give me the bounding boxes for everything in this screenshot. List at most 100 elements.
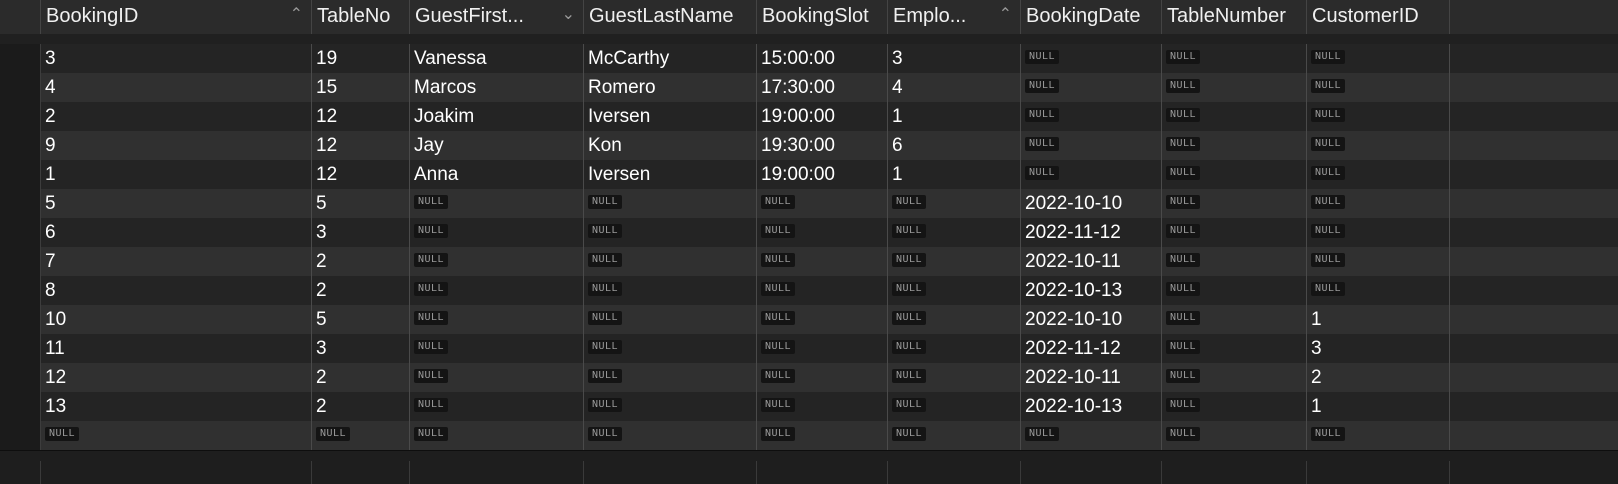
cell-guest-first-name[interactable]: NULL xyxy=(410,247,584,276)
cell-guest-first-name[interactable]: NULL xyxy=(410,189,584,218)
cell-table-no[interactable]: 15 xyxy=(312,73,410,102)
cell-table-no[interactable]: 5 xyxy=(312,305,410,334)
cell-booking-slot[interactable]: NULL xyxy=(757,421,888,450)
cell-guest-last-name[interactable]: NULL xyxy=(584,247,757,276)
cell-guest-first-name[interactable]: Vanessa xyxy=(410,44,584,73)
cell-booking-id[interactable]: 7 xyxy=(41,247,312,276)
cell-customer-id[interactable]: NULL xyxy=(1307,160,1450,189)
cell-customer-id[interactable]: NULL xyxy=(1307,102,1450,131)
table-row[interactable]: NULL NULL NULL NULL NULL NULL NULL NULL NULL xyxy=(0,421,1618,451)
chevron-up-icon[interactable]: ⌃ xyxy=(290,0,303,30)
cell-guest-last-name[interactable]: NULL xyxy=(584,218,757,247)
cell-booking-date[interactable]: NULL xyxy=(1021,421,1162,450)
cell-table-no[interactable]: 19 xyxy=(312,44,410,73)
cell-booking-id[interactable]: 2 xyxy=(41,102,312,131)
cell-table-no[interactable]: NULL xyxy=(312,421,410,450)
cell-customer-id[interactable]: NULL xyxy=(1307,276,1450,305)
column-header-guest-last-name[interactable]: GuestLastName xyxy=(584,0,757,34)
column-header-employee-id[interactable]: Emplo... ⌃ xyxy=(888,0,1021,34)
cell-booking-slot[interactable]: NULL xyxy=(757,189,888,218)
cell-booking-slot[interactable]: NULL xyxy=(757,276,888,305)
cell-employee-id[interactable]: 3 xyxy=(888,44,1021,73)
cell-table-no[interactable]: 3 xyxy=(312,218,410,247)
cell-booking-slot[interactable]: 19:00:00 xyxy=(757,160,888,189)
cell-guest-first-name[interactable]: NULL xyxy=(410,276,584,305)
cell-guest-first-name[interactable]: Anna xyxy=(410,160,584,189)
cell-customer-id[interactable]: NULL xyxy=(1307,189,1450,218)
cell-table-no[interactable]: 2 xyxy=(312,363,410,392)
table-row[interactable]: 8 2 NULL NULL NULL NULL 2022-10-13 NULL NULL xyxy=(0,276,1618,306)
cell-guest-last-name[interactable]: Romero xyxy=(584,73,757,102)
cell-guest-last-name[interactable]: Iversen xyxy=(584,102,757,131)
cell-booking-date[interactable]: NULL xyxy=(1021,102,1162,131)
row-selector[interactable] xyxy=(0,392,41,421)
cell-table-no[interactable]: 5 xyxy=(312,189,410,218)
cell-table-number[interactable]: NULL xyxy=(1162,44,1307,73)
table-row[interactable]: 9 12 Jay Kon 19:30:00 6 NULL NULL NULL xyxy=(0,131,1618,161)
column-header-table-number[interactable]: TableNumber xyxy=(1162,0,1307,34)
cell-table-number[interactable]: NULL xyxy=(1162,131,1307,160)
cell-guest-last-name[interactable]: Iversen xyxy=(584,160,757,189)
row-selector[interactable] xyxy=(0,44,41,73)
cell-booking-slot[interactable]: NULL xyxy=(757,218,888,247)
cell-booking-date[interactable]: NULL xyxy=(1021,160,1162,189)
cell-table-number[interactable]: NULL xyxy=(1162,363,1307,392)
cell-table-no[interactable]: 3 xyxy=(312,334,410,363)
cell-guest-last-name[interactable]: NULL xyxy=(584,421,757,450)
cell-booking-date[interactable]: 2022-10-10 xyxy=(1021,305,1162,334)
column-header-booking-date[interactable]: BookingDate xyxy=(1021,0,1162,34)
cell-booking-date[interactable]: 2022-10-13 xyxy=(1021,276,1162,305)
cell-employee-id[interactable]: NULL xyxy=(888,218,1021,247)
cell-booking-date[interactable]: 2022-10-11 xyxy=(1021,247,1162,276)
cell-employee-id[interactable]: NULL xyxy=(888,305,1021,334)
cell-customer-id[interactable]: NULL xyxy=(1307,247,1450,276)
column-header-guest-first-name[interactable]: GuestFirst... ⌄ xyxy=(410,0,584,34)
cell-employee-id[interactable]: NULL xyxy=(888,247,1021,276)
cell-guest-first-name[interactable]: NULL xyxy=(410,421,584,450)
cell-booking-slot[interactable]: 19:00:00 xyxy=(757,102,888,131)
cell-booking-id[interactable]: 9 xyxy=(41,131,312,160)
cell-booking-slot[interactable]: NULL xyxy=(757,305,888,334)
cell-customer-id[interactable]: 1 xyxy=(1307,305,1450,334)
cell-booking-date[interactable]: NULL xyxy=(1021,44,1162,73)
cell-booking-id[interactable]: 5 xyxy=(41,189,312,218)
cell-employee-id[interactable]: NULL xyxy=(888,189,1021,218)
cell-booking-date[interactable]: 2022-10-10 xyxy=(1021,189,1162,218)
cell-table-no[interactable]: 2 xyxy=(312,392,410,421)
cell-booking-id[interactable]: 1 xyxy=(41,160,312,189)
cell-booking-date[interactable]: 2022-10-11 xyxy=(1021,363,1162,392)
cell-guest-first-name[interactable]: NULL xyxy=(410,363,584,392)
column-header-booking-slot[interactable]: BookingSlot xyxy=(757,0,888,34)
cell-customer-id[interactable]: 3 xyxy=(1307,334,1450,363)
cell-guest-last-name[interactable]: NULL xyxy=(584,392,757,421)
cell-booking-slot[interactable]: NULL xyxy=(757,247,888,276)
cell-table-no[interactable]: 12 xyxy=(312,102,410,131)
cell-booking-slot[interactable]: 19:30:00 xyxy=(757,131,888,160)
cell-booking-id[interactable]: NULL xyxy=(41,421,312,450)
row-selector[interactable] xyxy=(0,334,41,363)
table-row[interactable]: 2 12 Joakim Iversen 19:00:00 1 NULL NULL NULL xyxy=(0,102,1618,132)
cell-booking-date[interactable]: 2022-11-12 xyxy=(1021,334,1162,363)
cell-guest-last-name[interactable]: Kon xyxy=(584,131,757,160)
cell-table-no[interactable]: 12 xyxy=(312,131,410,160)
column-header-customer-id[interactable]: CustomerID xyxy=(1307,0,1450,34)
cell-table-number[interactable]: NULL xyxy=(1162,421,1307,450)
column-header-table-no[interactable]: TableNo xyxy=(312,0,410,34)
row-selector[interactable] xyxy=(0,421,41,450)
table-row[interactable]: 5 5 NULL NULL NULL NULL 2022-10-10 NULL NULL xyxy=(0,189,1618,219)
cell-guest-first-name[interactable]: Jay xyxy=(410,131,584,160)
column-header-booking-id[interactable]: BookingID ⌃ xyxy=(41,0,312,34)
cell-table-number[interactable]: NULL xyxy=(1162,73,1307,102)
cell-booking-id[interactable]: 12 xyxy=(41,363,312,392)
cell-booking-id[interactable]: 10 xyxy=(41,305,312,334)
cell-booking-id[interactable]: 4 xyxy=(41,73,312,102)
chevron-down-icon[interactable]: ⌄ xyxy=(562,0,575,30)
cell-table-number[interactable]: NULL xyxy=(1162,247,1307,276)
cell-table-number[interactable]: NULL xyxy=(1162,102,1307,131)
cell-guest-first-name[interactable]: Joakim xyxy=(410,102,584,131)
row-selector[interactable] xyxy=(0,102,41,131)
cell-customer-id[interactable]: NULL xyxy=(1307,44,1450,73)
cell-table-number[interactable]: NULL xyxy=(1162,276,1307,305)
row-selector[interactable] xyxy=(0,189,41,218)
cell-employee-id[interactable]: NULL xyxy=(888,363,1021,392)
